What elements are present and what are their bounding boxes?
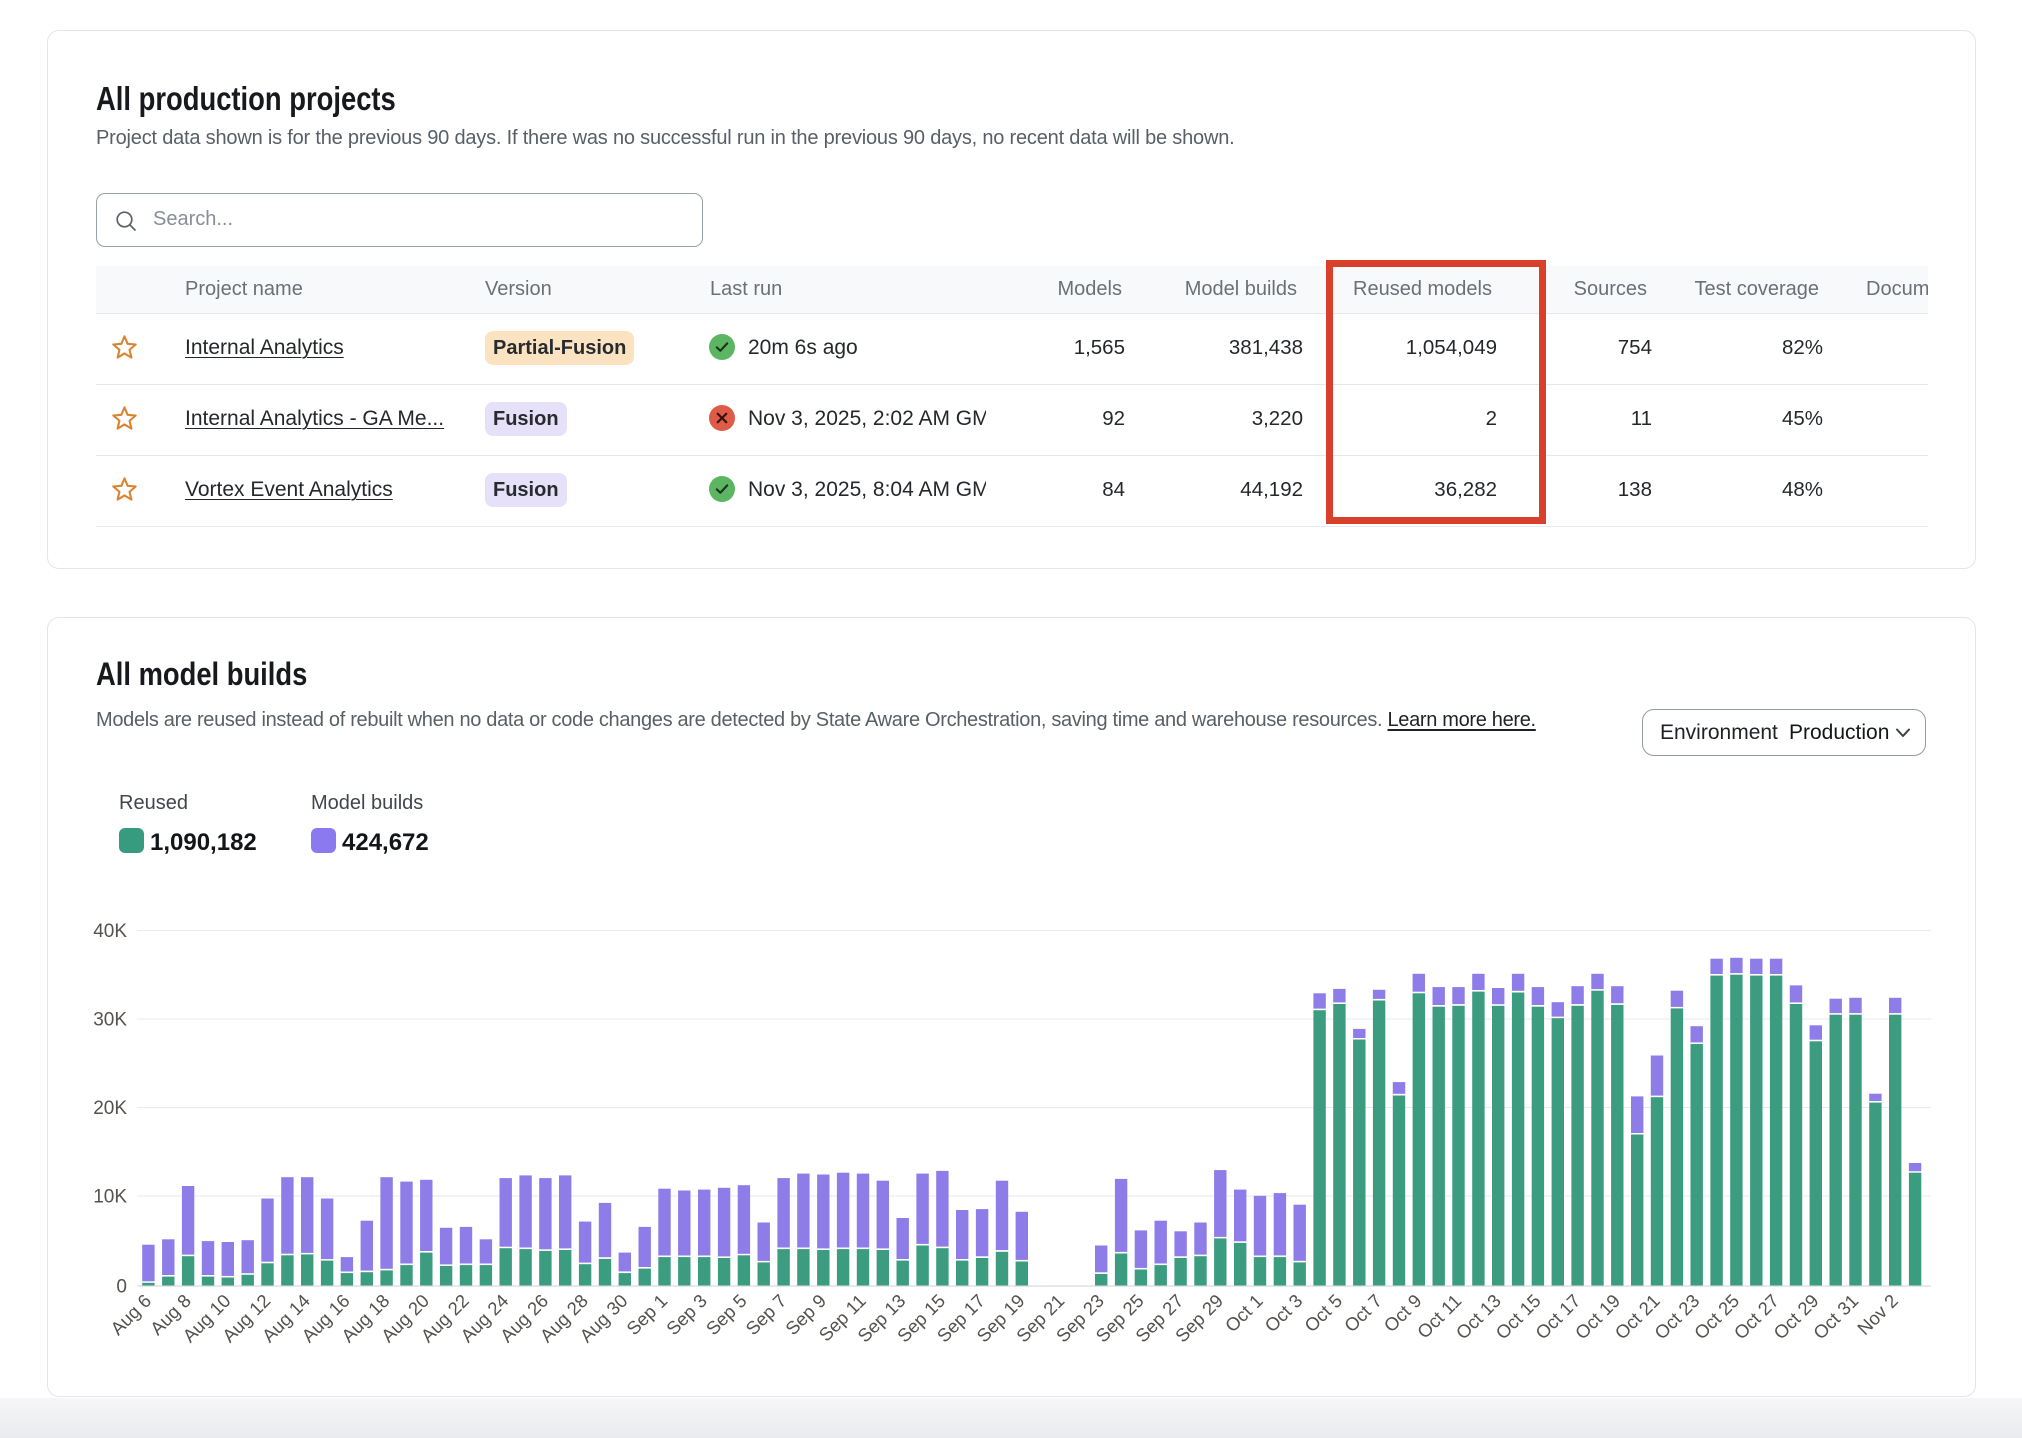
svg-text:40K: 40K bbox=[93, 921, 127, 942]
svg-text:Oct 3: Oct 3 bbox=[1260, 1290, 1306, 1336]
svg-text:20K: 20K bbox=[93, 1098, 127, 1119]
svg-text:Sep 7: Sep 7 bbox=[741, 1290, 790, 1339]
svg-text:Sep 3: Sep 3 bbox=[662, 1290, 711, 1339]
svg-text:Oct 31: Oct 31 bbox=[1809, 1290, 1862, 1343]
svg-text:Sep 1: Sep 1 bbox=[622, 1290, 671, 1339]
svg-text:Aug 6: Aug 6 bbox=[106, 1290, 155, 1339]
svg-text:0: 0 bbox=[116, 1277, 127, 1298]
svg-text:Oct 7: Oct 7 bbox=[1340, 1290, 1386, 1336]
svg-text:30K: 30K bbox=[93, 1010, 127, 1031]
svg-text:Sep 5: Sep 5 bbox=[702, 1290, 751, 1339]
svg-text:Nov 2: Nov 2 bbox=[1853, 1290, 1902, 1339]
svg-text:Oct 1: Oct 1 bbox=[1221, 1290, 1267, 1336]
svg-text:10K: 10K bbox=[93, 1187, 127, 1208]
svg-text:Oct 5: Oct 5 bbox=[1300, 1290, 1346, 1336]
